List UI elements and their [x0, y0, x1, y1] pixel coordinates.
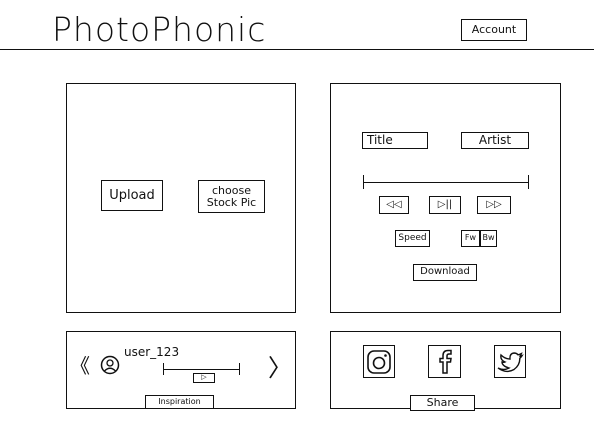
progress-end-tick	[528, 175, 529, 189]
bw-button[interactable]: Bw	[480, 230, 497, 247]
inspiration-play-icon[interactable]: ▷	[193, 373, 215, 383]
inspiration-track-start	[163, 363, 164, 375]
choose-stock-pic-button[interactable]: choose Stock Pic	[198, 180, 265, 213]
twitter-icon[interactable]	[494, 345, 526, 378]
play-pause-button[interactable]: ▷||	[429, 196, 461, 214]
user-avatar-icon	[100, 355, 120, 375]
choose-stock-line2: Stock Pic	[206, 195, 257, 209]
rewind-button[interactable]: ◁◁	[379, 196, 409, 214]
facebook-icon[interactable]	[428, 345, 461, 378]
speed-button[interactable]: Speed	[395, 230, 430, 247]
download-button[interactable]: Download	[413, 264, 477, 281]
progress-track[interactable]	[363, 182, 529, 183]
fw-button[interactable]: Fw	[461, 230, 480, 247]
account-button[interactable]: Account	[461, 19, 527, 41]
instagram-icon[interactable]	[363, 345, 395, 378]
forward-button[interactable]: ▷▷	[477, 196, 511, 214]
prev-arrow-icon[interactable]: 《	[70, 350, 90, 379]
username-label: user_123	[124, 345, 180, 359]
title-field[interactable]: Title	[362, 132, 428, 149]
share-button[interactable]: Share	[410, 395, 475, 411]
upload-button[interactable]: Upload	[101, 180, 163, 211]
inspiration-track[interactable]	[163, 369, 240, 370]
app-title: PhotoPhonic	[52, 10, 267, 49]
next-arrow-icon[interactable]: 〉	[268, 348, 292, 383]
inspiration-track-end	[239, 363, 240, 375]
progress-start-tick	[363, 175, 364, 189]
header-divider	[0, 49, 594, 50]
inspiration-button[interactable]: Inspiration	[145, 395, 214, 409]
choose-stock-line1: choose	[212, 183, 251, 197]
artist-field[interactable]: Artist	[461, 132, 529, 149]
